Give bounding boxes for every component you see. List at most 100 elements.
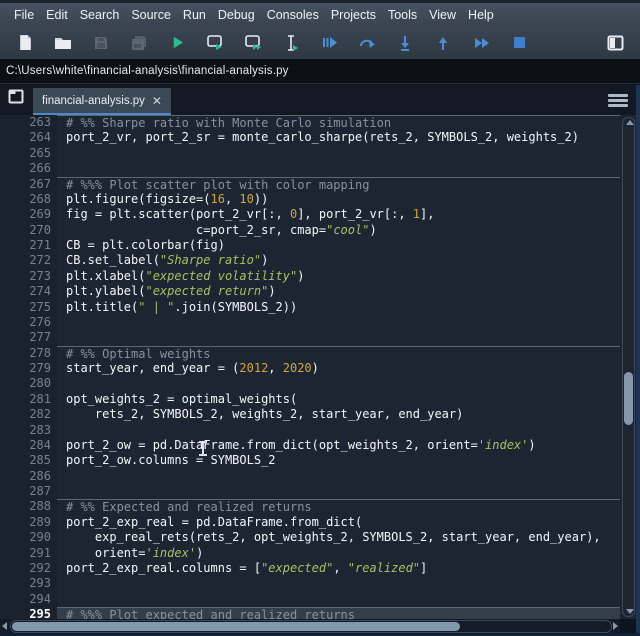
- code-line[interactable]: # %%% Plot expected and realized returns: [57, 607, 620, 619]
- vertical-scrollbar-thumb[interactable]: [624, 372, 633, 425]
- menu-tools[interactable]: Tools: [382, 8, 423, 22]
- code-line[interactable]: opt_weights_2 = optimal_weights(: [57, 392, 620, 407]
- open-file-button[interactable]: [44, 30, 82, 56]
- code-line[interactable]: port_2_exp_real.columns = ["expected", "…: [57, 561, 620, 576]
- code-line[interactable]: orient='index'): [57, 546, 620, 561]
- code-line[interactable]: c=port_2_sr, cmap="cool"): [57, 223, 620, 238]
- line-number[interactable]: 272: [0, 253, 51, 268]
- save-file-button[interactable]: [82, 30, 120, 56]
- code-line[interactable]: plt.xlabel("expected volatility"): [57, 269, 620, 284]
- debug-step-over-button[interactable]: [348, 30, 386, 56]
- menu-source[interactable]: Source: [125, 8, 177, 22]
- line-number[interactable]: 276: [0, 315, 51, 330]
- code-line[interactable]: [57, 576, 620, 591]
- menu-consoles[interactable]: Consoles: [261, 8, 325, 22]
- line-number[interactable]: 284: [0, 438, 51, 453]
- code-line[interactable]: plt.title(" | ".join(SYMBOLS_2)): [57, 300, 620, 315]
- code-line[interactable]: [57, 161, 620, 176]
- line-number[interactable]: 290: [0, 530, 51, 545]
- menu-projects[interactable]: Projects: [325, 8, 382, 22]
- menu-help[interactable]: Help: [462, 8, 500, 22]
- code-line[interactable]: [57, 146, 620, 161]
- code-line[interactable]: [57, 592, 620, 607]
- code-line[interactable]: port_2_ow.columns = SYMBOLS_2: [57, 453, 620, 468]
- menu-view[interactable]: View: [423, 8, 462, 22]
- line-number[interactable]: 280: [0, 376, 51, 391]
- code-line[interactable]: port_2_exp_real = pd.DataFrame.from_dict…: [57, 515, 620, 530]
- run-cell-button[interactable]: [196, 30, 234, 56]
- line-number[interactable]: 266: [0, 161, 51, 176]
- code-line[interactable]: exp_real_rets(rets_2, opt_weights_2, SYM…: [57, 530, 620, 545]
- new-file-button[interactable]: [6, 30, 44, 56]
- line-number[interactable]: 293: [0, 576, 51, 591]
- line-number[interactable]: 283: [0, 423, 51, 438]
- line-number[interactable]: 287: [0, 484, 51, 499]
- line-number[interactable]: 291: [0, 546, 51, 561]
- code-line[interactable]: # %%% Plot scatter plot with color mappi…: [57, 176, 620, 192]
- code-line[interactable]: [57, 376, 620, 391]
- menu-edit[interactable]: Edit: [40, 8, 74, 22]
- line-number[interactable]: 279: [0, 361, 51, 376]
- run-cell-and-advance-button[interactable]: [234, 30, 272, 56]
- line-number[interactable]: 278: [0, 346, 51, 361]
- line-number[interactable]: 273: [0, 269, 51, 284]
- menu-file[interactable]: File: [8, 8, 40, 22]
- browse-tabs-button[interactable]: [7, 89, 25, 107]
- debug-stop-button[interactable]: [500, 30, 538, 56]
- line-number[interactable]: 275: [0, 300, 51, 315]
- code-line[interactable]: rets_2, SYMBOLS_2, weights_2, start_year…: [57, 407, 620, 422]
- line-number[interactable]: 264: [0, 130, 51, 145]
- code-line[interactable]: # %% Sharpe ratio with Monte Carlo simul…: [57, 115, 620, 130]
- line-number[interactable]: 294: [0, 592, 51, 607]
- menu-debug[interactable]: Debug: [212, 8, 261, 22]
- code-line[interactable]: # %% Optimal weights: [57, 345, 620, 361]
- code-line[interactable]: [57, 330, 620, 345]
- code-line[interactable]: [57, 484, 620, 499]
- line-number[interactable]: 281: [0, 392, 51, 407]
- line-number[interactable]: 289: [0, 515, 51, 530]
- debug-file-button[interactable]: [310, 30, 348, 56]
- line-number[interactable]: 271: [0, 238, 51, 253]
- line-number[interactable]: 295: [0, 607, 51, 619]
- menu-search[interactable]: Search: [74, 8, 126, 22]
- run-file-button[interactable]: [158, 30, 196, 56]
- debug-continue-button[interactable]: [462, 30, 500, 56]
- save-all-button[interactable]: [120, 30, 158, 56]
- line-number[interactable]: 267: [0, 177, 51, 192]
- code-line[interactable]: plt.ylabel("expected return"): [57, 284, 620, 299]
- vertical-scrollbar-track[interactable]: [622, 117, 635, 617]
- line-number[interactable]: 285: [0, 453, 51, 468]
- scroll-right-arrow-icon[interactable]: [613, 622, 618, 630]
- code-line[interactable]: [57, 423, 620, 438]
- maximize-pane-button[interactable]: [596, 30, 634, 56]
- line-number[interactable]: 265: [0, 146, 51, 161]
- line-number[interactable]: 263: [0, 115, 51, 130]
- code-line[interactable]: port_2_ow = pd.DataFrame.from_dict(opt_w…: [57, 438, 620, 453]
- line-number[interactable]: 277: [0, 330, 51, 345]
- code-line[interactable]: # %% Expected and realized returns: [57, 499, 620, 514]
- line-number[interactable]: 274: [0, 284, 51, 299]
- code-line[interactable]: CB = plt.colorbar(fig): [57, 238, 620, 253]
- code-line[interactable]: [57, 315, 620, 330]
- horizontal-scrollbar-thumb[interactable]: [12, 622, 460, 631]
- vertical-scrollbar[interactable]: [620, 115, 636, 619]
- code-line[interactable]: CB.set_label("Sharpe ratio"): [57, 253, 620, 268]
- code-line[interactable]: start_year, end_year = (2012, 2020): [57, 361, 620, 376]
- code-editor[interactable]: 263 264 265 266 267 268 269 270 271 272 273 274 275 2…: [0, 115, 636, 619]
- run-selection-button[interactable]: [272, 30, 310, 56]
- debug-step-return-button[interactable]: [424, 30, 462, 56]
- tab-financial-analysis[interactable]: financial-analysis.py ✕: [33, 88, 171, 116]
- code-line[interactable]: plt.figure(figsize=(16, 10)): [57, 192, 620, 207]
- scroll-up-arrow-icon[interactable]: [626, 120, 634, 125]
- code-line[interactable]: [57, 469, 620, 484]
- code-line[interactable]: fig = plt.scatter(port_2_vr[:, 0], port_…: [57, 207, 620, 222]
- code-line[interactable]: port_2_vr, port_2_sr = monte_carlo_sharp…: [57, 130, 620, 145]
- horizontal-scrollbar[interactable]: [0, 619, 620, 633]
- menu-run[interactable]: Run: [177, 8, 212, 22]
- line-number[interactable]: 268: [0, 192, 51, 207]
- line-number[interactable]: 269: [0, 207, 51, 222]
- debug-step-into-button[interactable]: [386, 30, 424, 56]
- options-menu-button[interactable]: [608, 94, 628, 107]
- scroll-left-arrow-icon[interactable]: [2, 622, 7, 630]
- line-number[interactable]: 292: [0, 561, 51, 576]
